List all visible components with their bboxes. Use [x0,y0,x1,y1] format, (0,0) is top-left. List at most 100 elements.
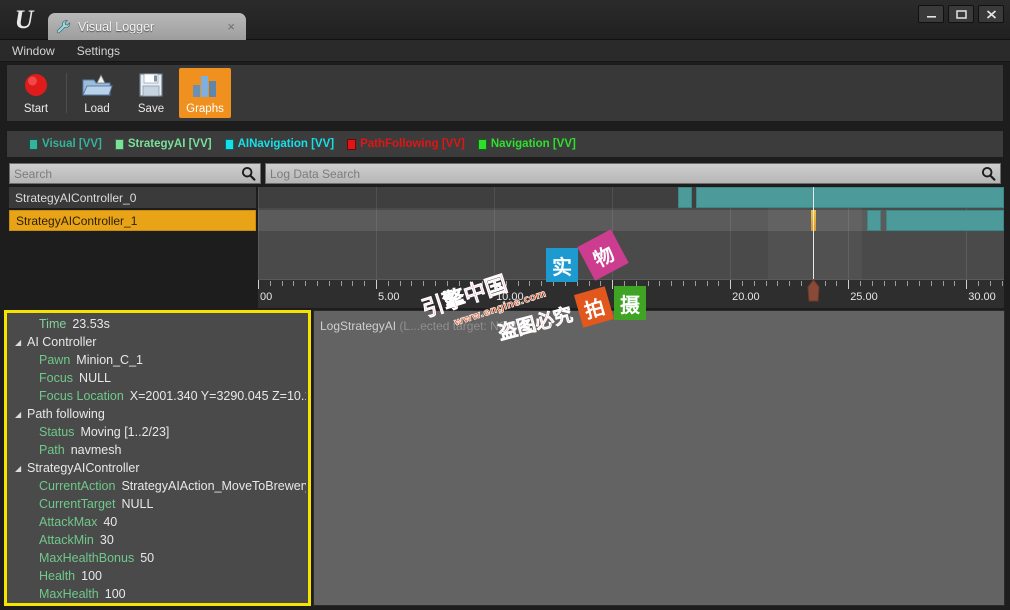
ruler-minor-tick [352,281,354,286]
details-row-2[interactable]: Pawn Minion_C_1 [9,351,306,369]
filter-swatch-icon [224,138,234,150]
details-value: NULL [121,497,154,511]
expand-triangle-icon[interactable]: ◢ [15,338,25,347]
minimize-button[interactable] [918,5,944,23]
magnifier-icon[interactable] [241,166,256,181]
details-panel: Time 23.53s ◢ AI Controller Pawn Minion_C_1 Fo… [4,310,311,606]
ruler-major-tick [258,280,259,289]
ruler-minor-tick [907,281,909,286]
details-row-3[interactable]: Focus NULL [9,369,306,387]
details-value: Minion_C_1 [76,353,143,367]
details-value: 40 [103,515,118,529]
expand-triangle-icon[interactable]: ◢ [15,410,25,419]
search-box[interactable] [9,163,261,184]
ruler-minor-tick [364,281,366,286]
timeline-gridline [258,187,259,279]
details-group-1[interactable]: ◢ AI Controller [9,333,306,351]
filter-swatch-icon [347,138,357,150]
details-tree[interactable]: Time 23.53s ◢ AI Controller Pawn Minion_C_1 Fo… [9,315,306,601]
details-group-8[interactable]: ◢ StrategyAIController [9,459,306,477]
details-value: 50 [140,551,155,565]
details-key: AttackMax [39,515,98,529]
ruler-tick-label: 10.00 [496,291,524,303]
ruler-minor-tick [635,281,637,286]
menu-item-window[interactable]: Window [12,44,55,58]
track-item-0[interactable]: StrategyAIController_0 [9,187,256,208]
details-group-5[interactable]: ◢ Path following [9,405,306,423]
filter-chip-1[interactable]: StrategyAI [VV] [114,138,212,150]
filter-chip-4[interactable]: Navigation [VV] [477,138,576,150]
details-row-10[interactable]: CurrentTarget NULL [9,495,306,513]
details-row-15[interactable]: MaxHealth 100 [9,585,306,601]
menu-item-settings[interactable]: Settings [77,44,120,58]
ruler-minor-tick [789,281,791,286]
details-value: 100 [104,587,126,601]
ruler-minor-tick [293,281,295,286]
ruler-minor-tick [694,281,696,286]
graphs-button[interactable]: Graphs [179,68,231,118]
details-value: 30 [99,533,114,547]
timeline-bar[interactable] [695,187,1004,208]
start-label: Start [23,103,49,115]
ruler-tick-label: 30.00 [968,291,996,303]
log-panel[interactable]: LogStrategyAI (L...ected target: NONE [313,310,1005,606]
close-icon[interactable]: × [224,19,238,34]
ruler-minor-tick [659,281,661,286]
log-category: LogStrategyAI [320,319,397,333]
details-row-7[interactable]: Path navmesh [9,441,306,459]
maximize-button[interactable] [948,5,974,23]
timeline-cursor[interactable] [813,187,815,279]
timeline[interactable]: 00 5.00 10.00 15.00 20.00 25.00 30.00 [258,187,1004,308]
ruler-major-tick [376,280,378,289]
details-row-12[interactable]: AttackMin 30 [9,531,306,549]
ruler-minor-tick [423,281,425,286]
details-row-4[interactable]: Focus Location X=2001.340 Y=3290.045 Z=10… [9,387,306,405]
ruler-minor-tick [446,281,448,286]
load-label: Load [84,103,110,115]
log-data-search-input[interactable] [270,166,981,181]
timeline-bar[interactable] [678,187,693,208]
start-button[interactable]: Start [10,68,62,118]
floppy-disk-icon [139,73,163,97]
ruler-minor-tick [883,281,885,286]
load-button[interactable]: Load [71,68,123,118]
details-key: Path [39,443,65,457]
timeline-bar[interactable] [885,210,1004,231]
window-controls [918,5,1004,23]
ruler-minor-tick [305,281,307,286]
close-button[interactable] [978,5,1004,23]
filter-chip-label: StrategyAI [VV] [127,138,212,150]
details-row-11[interactable]: AttackMax 40 [9,513,306,531]
details-group-label: Path following [27,407,105,421]
ruler-minor-tick [435,281,437,286]
filter-chip-0[interactable]: Visual [VV] [29,138,102,150]
tab-visual-logger[interactable]: Visual Logger × [48,13,246,40]
search-input[interactable] [14,166,241,181]
timeline-bar[interactable] [867,210,882,231]
details-row-9[interactable]: CurrentAction StrategyAIAction_MoveToBrew… [9,477,306,495]
details-row-13[interactable]: MaxHealthBonus 50 [9,549,306,567]
ruler-minor-tick [741,281,743,286]
details-key: MaxHealthBonus [39,551,135,565]
timeline-scrub-handle[interactable] [807,279,820,302]
details-key: Focus Location [39,389,124,403]
details-row-14[interactable]: Health 100 [9,567,306,585]
magnifier-icon[interactable] [981,166,996,181]
ruler-minor-tick [706,281,708,286]
details-row-0[interactable]: Time 23.53s [9,315,306,333]
log-data-search-box[interactable] [265,163,1001,184]
timeline-ruler[interactable]: 00 5.00 10.00 15.00 20.00 25.00 30.00 [258,279,1004,308]
filter-swatch-icon [29,138,38,150]
save-button[interactable]: Save [125,68,177,118]
details-row-6[interactable]: Status Moving [1..2/23] [9,423,306,441]
details-value: 100 [81,569,102,583]
filter-chip-label: AINavigation [VV] [237,138,335,150]
track-item-1[interactable]: StrategyAIController_1 [9,210,256,231]
expand-triangle-icon[interactable]: ◢ [15,464,25,473]
filter-chip-3[interactable]: PathFollowing [VV] [347,138,465,150]
filter-chip-2[interactable]: AINavigation [VV] [224,138,335,150]
timeline-gridline [612,187,614,279]
ruler-minor-tick [505,281,507,286]
details-key: AttackMin [39,533,94,547]
toolbar: Start Load Save Graphs [6,64,1004,122]
